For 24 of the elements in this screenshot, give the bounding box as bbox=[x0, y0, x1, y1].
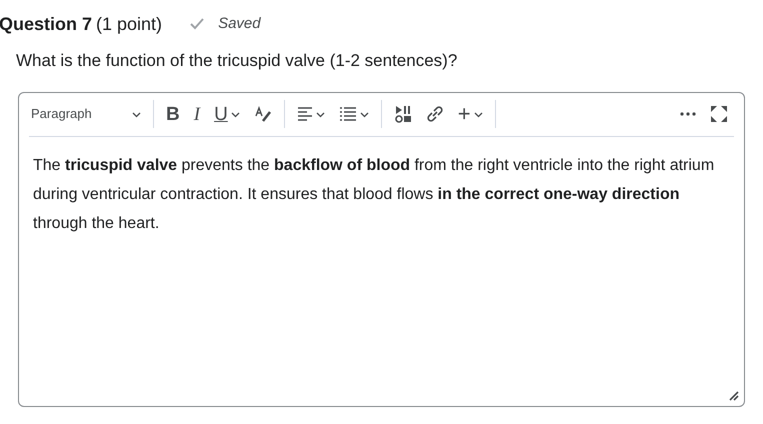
insert-button[interactable]: + bbox=[452, 98, 489, 130]
align-left-icon bbox=[296, 106, 313, 122]
caret-icon bbox=[316, 110, 325, 118]
bulleted-list-icon bbox=[338, 106, 357, 122]
question-title: Question 7 bbox=[0, 12, 92, 36]
caret-icon bbox=[230, 110, 240, 118]
block-format-dropdown[interactable]: Paragraph bbox=[29, 98, 147, 130]
link-icon bbox=[426, 105, 444, 123]
caret-icon bbox=[132, 110, 141, 118]
fullscreen-icon bbox=[710, 105, 728, 123]
italic-button[interactable]: I bbox=[188, 98, 206, 130]
more-icon bbox=[680, 112, 696, 116]
resize-grip-icon bbox=[727, 388, 739, 400]
text-color-icon bbox=[254, 105, 272, 123]
save-status: Saved bbox=[218, 14, 261, 34]
bold-button[interactable]: B bbox=[160, 98, 186, 130]
question-points: (1 point) bbox=[96, 12, 162, 36]
question-prompt: What is the function of the tricuspid valve (1-2 sentences)? bbox=[16, 50, 458, 72]
caret-icon bbox=[474, 110, 483, 118]
underline-button[interactable]: U bbox=[208, 98, 246, 130]
caret-icon bbox=[360, 110, 369, 118]
media-icon bbox=[394, 105, 412, 123]
answer-text: The tricuspid valve prevents the backflow of blood from the right ventricle into the right atrium during ventricular contraction. It ensures that blood flows in the correct one-way direction through the heart. bbox=[32, 156, 716, 234]
answer-editor[interactable] bbox=[18, 92, 745, 406]
